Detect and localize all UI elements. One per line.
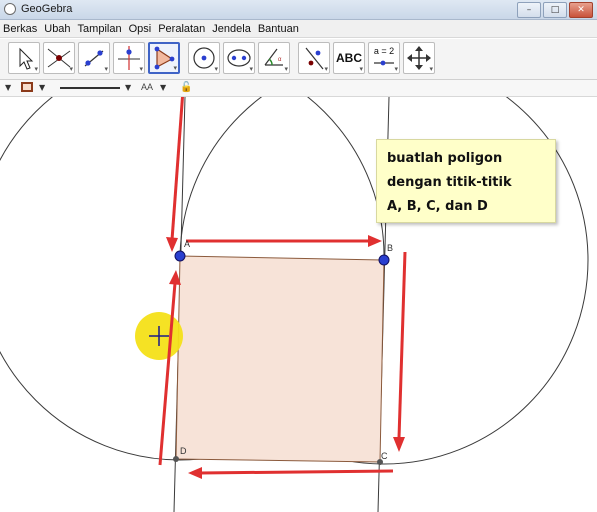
- polygon-tool[interactable]: ▾: [148, 42, 180, 74]
- point-c-label: C: [381, 451, 388, 461]
- close-icon[interactable]: ✕: [569, 2, 593, 18]
- circle-tool[interactable]: ▾: [188, 42, 220, 74]
- perpendicular-tool[interactable]: ▾: [113, 42, 145, 74]
- note-line-2: dengan titik-titik: [387, 175, 512, 190]
- line-style-button[interactable]: [60, 87, 120, 89]
- slider-tool[interactable]: a = 2 ▾: [368, 42, 400, 74]
- menu-berkas[interactable]: Berkas: [3, 23, 37, 35]
- menu-jendela[interactable]: Jendela: [212, 23, 251, 35]
- point-tool[interactable]: ▾: [43, 42, 75, 74]
- angle-tool[interactable]: α ▾: [258, 42, 290, 74]
- point-d-label: D: [180, 446, 187, 456]
- point-a[interactable]: [174, 250, 186, 262]
- move-tool[interactable]: ▾: [8, 42, 40, 74]
- svg-text:α: α: [278, 57, 282, 63]
- title-bar: GeoGebra – □ ✕: [0, 0, 597, 20]
- line-style-dropdown-icon[interactable]: ▼: [125, 84, 131, 92]
- line-tool[interactable]: ▾: [78, 42, 110, 74]
- style-bar: ▼ ▼ ▼ AA ▼ 🔓: [0, 80, 597, 97]
- menu-bar: Berkas Ubah Tampilan Opsi Peralatan Jend…: [0, 20, 597, 38]
- geogebra-logo-icon: [4, 3, 16, 15]
- menu-bantuan[interactable]: Bantuan: [258, 23, 299, 35]
- toggle-stylebar-icon[interactable]: ▼: [5, 84, 11, 92]
- menu-opsi[interactable]: Opsi: [129, 23, 152, 35]
- instruction-note: buatlah poligon dengan titik-titik A, B,…: [376, 139, 556, 223]
- arrow-d-to-a: [158, 282, 177, 466]
- label-style-dropdown-icon[interactable]: ▼: [160, 84, 166, 92]
- point-b[interactable]: [378, 254, 390, 266]
- window-controls: – □ ✕: [517, 2, 593, 18]
- menu-tampilan[interactable]: Tampilan: [78, 23, 122, 35]
- maximize-icon[interactable]: □: [543, 2, 567, 18]
- arrow-b-to-c: [397, 251, 407, 439]
- toolbar: ▾ ▾ ▾ ▾ ▾ ▾ ▾ α ▾ ▾ ABC ▾ a = 2 ▾ ▾: [0, 39, 597, 80]
- color-button[interactable]: [21, 82, 33, 92]
- text-icon: ABC: [336, 51, 362, 65]
- point-d[interactable]: [173, 456, 179, 462]
- menu-ubah[interactable]: Ubah: [44, 23, 70, 35]
- point-a-label: A: [184, 239, 191, 249]
- note-line-1: buatlah poligon: [387, 151, 503, 166]
- label-style-button[interactable]: AA: [141, 82, 153, 92]
- menu-peralatan[interactable]: Peralatan: [158, 23, 205, 35]
- polygon-abcd[interactable]: [175, 255, 385, 463]
- move-view-tool[interactable]: ▾: [403, 42, 435, 74]
- text-tool[interactable]: ABC ▾: [333, 42, 365, 74]
- reflect-tool[interactable]: ▾: [298, 42, 330, 74]
- lock-icon[interactable]: 🔓: [180, 82, 192, 93]
- window-title: GeoGebra: [21, 3, 73, 15]
- minimize-icon[interactable]: –: [517, 2, 541, 18]
- color-dropdown-icon[interactable]: ▼: [39, 84, 45, 92]
- note-line-3: A, B, C, dan D: [387, 199, 488, 214]
- conic-tool[interactable]: ▾: [223, 42, 255, 74]
- arrow-c-to-d: [199, 469, 394, 475]
- point-b-label: B: [387, 243, 394, 253]
